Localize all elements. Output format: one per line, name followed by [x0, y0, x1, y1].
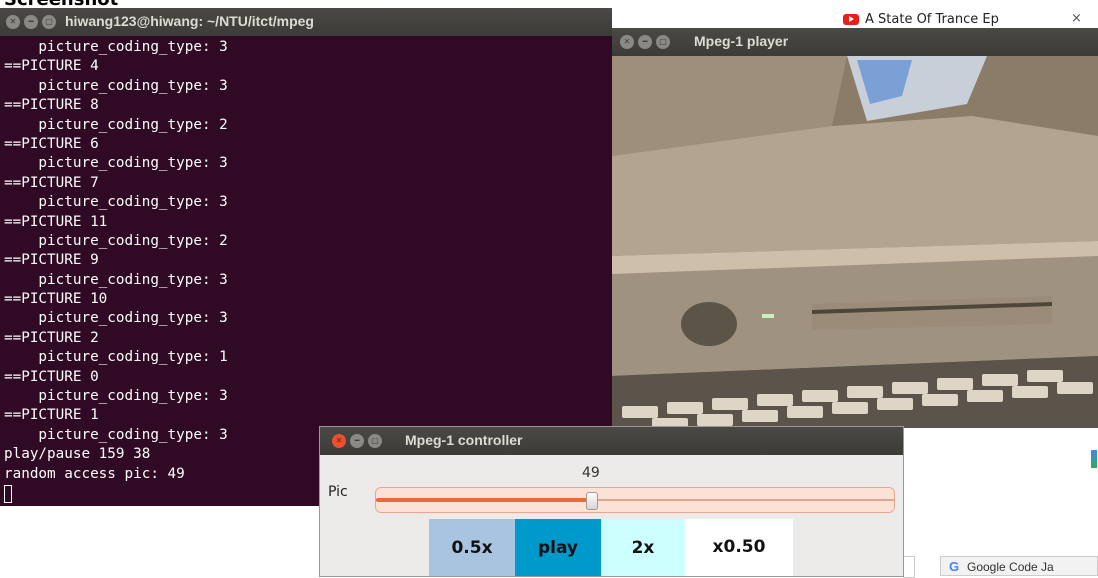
- terminal-titlebar: ✕ ━ ▢ hiwang123@hiwang: ~/NTU/itct/mpeg: [0, 8, 612, 36]
- pic-value-label: 49: [582, 465, 600, 481]
- controller-titlebar: ✕ ━ ▢ Mpeg-1 controller: [320, 427, 903, 455]
- video-frame[interactable]: [612, 56, 1098, 428]
- terminal-line: play/pause 159 38: [4, 446, 151, 463]
- document-fragment: Screenshot: [0, 0, 1098, 8]
- fragment-text: Screenshot: [4, 0, 118, 8]
- play-button[interactable]: play: [515, 519, 601, 576]
- minimize-icon[interactable]: ━: [638, 35, 652, 49]
- slider-fill: [376, 498, 592, 502]
- terminal-line: ==PICTURE 11: [4, 213, 108, 230]
- close-icon[interactable]: ✕: [6, 15, 20, 29]
- maximize-icon[interactable]: ▢: [656, 35, 670, 49]
- terminal-line: random access pic: 49: [4, 465, 185, 482]
- maximize-icon[interactable]: ▢: [42, 15, 56, 29]
- playback-rate-display: x0.50: [685, 519, 793, 576]
- google-icon: G: [949, 559, 960, 574]
- slider-thumb[interactable]: [586, 492, 598, 510]
- youtube-icon: [843, 14, 859, 25]
- browser-button-fragment: [903, 556, 915, 578]
- close-icon[interactable]: ✕: [620, 35, 634, 49]
- minimize-icon[interactable]: ━: [24, 15, 38, 29]
- terminal-line: picture_coding_type: 3: [4, 194, 228, 211]
- terminal-line: picture_coding_type: 3: [4, 155, 228, 172]
- terminal-output[interactable]: picture_coding_type: 3 ==PICTURE 4 pictur…: [4, 38, 228, 484]
- terminal-line: picture_coding_type: 3: [4, 271, 228, 288]
- terminal-line: ==PICTURE 10: [4, 291, 108, 308]
- terminal-line: picture_coding_type: 3: [4, 388, 228, 405]
- pic-label: Pic: [328, 484, 348, 500]
- power-led: [762, 314, 774, 318]
- terminal-line: picture_coding_type: 2: [4, 116, 228, 133]
- browser-tab-title: Google Code Ja: [967, 560, 1054, 574]
- terminal-line: picture_coding_type: 1: [4, 349, 228, 366]
- terminal-cursor: [4, 485, 12, 503]
- close-icon[interactable]: ✕: [332, 434, 346, 448]
- terminal-line: ==PICTURE 7: [4, 174, 99, 191]
- browser-tab-google-code[interactable]: G Google Code Ja: [940, 556, 1098, 576]
- half-speed-button[interactable]: 0.5x: [429, 519, 515, 576]
- tab-close-icon[interactable]: ×: [1071, 11, 1082, 26]
- player-titlebar: ✕ ━ ▢ Mpeg-1 player: [612, 28, 1098, 56]
- terminal-line: ==PICTURE 9: [4, 252, 99, 269]
- minimize-icon[interactable]: ━: [350, 434, 364, 448]
- intel-inside-logo: [681, 302, 737, 346]
- terminal-line: ==PICTURE 6: [4, 135, 99, 152]
- controller-window: ✕ ━ ▢ Mpeg-1 controller 49 Pic 0.5x play…: [320, 427, 903, 576]
- browser-tab-title: A State Of Trance Ep: [865, 12, 999, 27]
- terminal-line: ==PICTURE 1: [4, 407, 99, 424]
- video-frame-image: [612, 56, 1098, 428]
- double-speed-button[interactable]: 2x: [601, 519, 685, 576]
- terminal-line: ==PICTURE 8: [4, 97, 99, 114]
- terminal-line: picture_coding_type: 3: [4, 310, 228, 327]
- terminal-line: picture_coding_type: 3: [4, 426, 228, 443]
- terminal-line: ==PICTURE 2: [4, 329, 99, 346]
- terminal-line: picture_coding_type: 2: [4, 232, 228, 249]
- player-title: Mpeg-1 player: [694, 33, 789, 49]
- player-window: ✕ ━ ▢ Mpeg-1 player: [612, 28, 1098, 428]
- pic-slider[interactable]: [375, 487, 895, 513]
- terminal-line: picture_coding_type: 3: [4, 77, 228, 94]
- browser-background: G Google Code Ja: [903, 428, 1098, 578]
- terminal-line: ==PICTURE 0: [4, 368, 99, 385]
- terminal-line: picture_coding_type: 3: [4, 39, 228, 55]
- maximize-icon[interactable]: ▢: [368, 434, 382, 448]
- controller-title: Mpeg-1 controller: [405, 432, 523, 448]
- terminal-title: hiwang123@hiwang: ~/NTU/itct/mpeg: [65, 13, 314, 29]
- google-logo-fragment: [1091, 450, 1097, 468]
- terminal-line: ==PICTURE 4: [4, 58, 99, 75]
